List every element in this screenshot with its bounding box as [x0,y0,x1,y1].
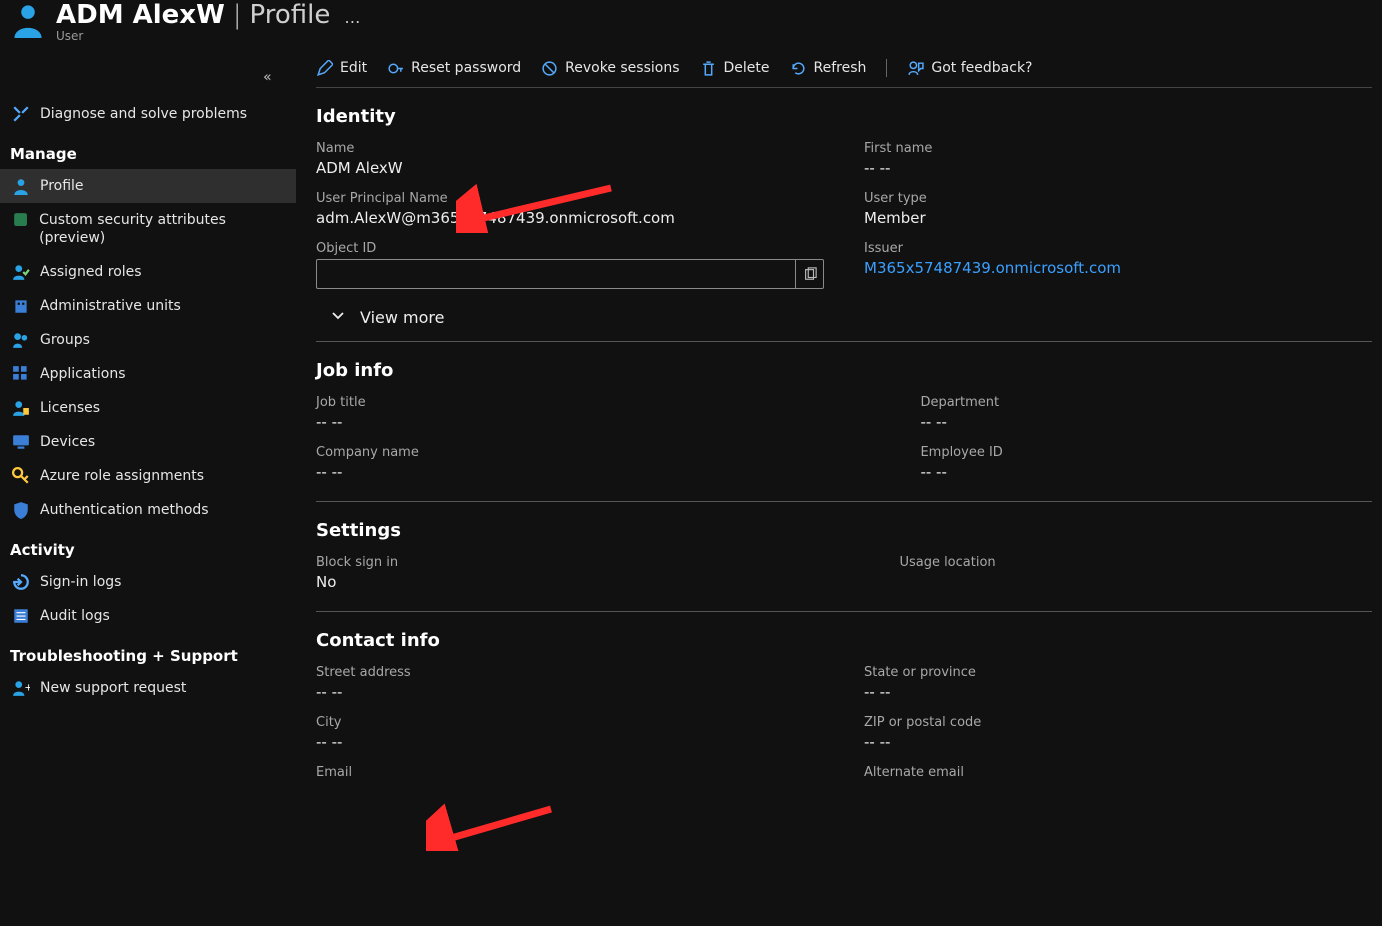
view-more-label: View more [360,308,445,327]
tool-label: Revoke sessions [565,60,679,76]
sidebar-item-auth-methods[interactable]: Authentication methods [0,493,296,527]
svg-text:+: + [24,683,30,694]
delete-button[interactable]: Delete [700,60,770,77]
field-alt-email: Alternate email [864,765,1372,783]
tool-label: Reset password [411,60,521,76]
security-attr-icon [12,211,29,229]
sidebar-item-label: Administrative units [40,298,181,314]
field-user-type: User type Member [864,191,1372,227]
page-title-user: ADM AlexW [56,0,225,30]
tool-label: Edit [340,60,367,76]
field-name: Name ADM AlexW [316,141,824,177]
resource-type-label: User [56,29,368,43]
sidebar-item-admin-units[interactable]: Administrative units [0,289,296,323]
sidebar-section-troubleshooting: Troubleshooting + Support [0,633,296,671]
annotation-arrow-2 [426,801,556,851]
people-icon [12,331,30,349]
section-contact: Contact info [316,630,1372,651]
sidebar-item-signin-logs[interactable]: Sign-in logs [0,565,296,599]
field-zip: ZIP or postal code-- -- [864,715,1372,751]
license-icon [12,399,30,417]
person-check-icon [12,263,30,281]
monitor-icon [12,433,30,451]
sidebar-section-activity: Activity [0,527,296,565]
field-email: Email [316,765,824,783]
field-block-signin: Block sign inNo [316,555,859,591]
sidebar-item-label: Devices [40,434,95,450]
toolbar-separator [886,59,887,77]
title-separator: | [233,0,242,30]
sidebar: » Diagnose and solve problems Manage Pro… [0,53,296,823]
support-icon: + [12,679,30,697]
object-id-input[interactable] [317,260,795,288]
sidebar-item-new-support[interactable]: + New support request [0,671,296,705]
sidebar-item-custom-security[interactable]: Custom security attributes (preview) [0,203,296,255]
sidebar-item-role-assignments[interactable]: Azure role assignments [0,459,296,493]
sidebar-item-label: Profile [40,178,84,194]
reset-password-button[interactable]: Reset password [387,60,521,77]
field-first-name: First name -- -- [864,141,1372,177]
signin-icon [12,573,30,591]
sidebar-item-profile[interactable]: Profile [0,169,296,203]
list-icon [12,607,30,625]
shield-icon [12,501,30,519]
sidebar-item-devices[interactable]: Devices [0,425,296,459]
sidebar-item-diagnose[interactable]: Diagnose and solve problems [0,97,296,131]
sidebar-item-applications[interactable]: Applications [0,357,296,391]
key-icon [12,467,30,485]
field-street: Street address-- -- [316,665,824,701]
field-issuer: Issuer M365x57487439.onmicrosoft.com [864,241,1372,289]
field-city: City-- -- [316,715,824,751]
sidebar-item-label: Azure role assignments [40,468,204,484]
edit-button[interactable]: Edit [316,60,367,77]
field-upn: User Principal Name adm.AlexW@m365x57487… [316,191,824,227]
field-object-id: Object ID [316,241,824,289]
field-state: State or province-- -- [864,665,1372,701]
field-employee-id: Employee ID-- -- [920,445,1372,481]
wrench-icon [12,105,30,123]
field-job-title: Job title-- -- [316,395,880,431]
sidebar-item-label: Authentication methods [40,502,209,518]
sidebar-section-manage: Manage [0,131,296,169]
field-usage-location: Usage location [899,555,1372,591]
sidebar-item-label: Sign-in logs [40,574,121,590]
sidebar-item-label: Applications [40,366,126,382]
user-avatar [10,2,46,38]
sidebar-item-audit-logs[interactable]: Audit logs [0,599,296,633]
view-more-toggle[interactable]: View more [316,297,1372,342]
revoke-sessions-button[interactable]: Revoke sessions [541,60,679,77]
tool-label: Refresh [814,60,867,76]
sidebar-item-assigned-roles[interactable]: Assigned roles [0,255,296,289]
copy-object-id-button[interactable] [795,260,823,288]
sidebar-item-label: Audit logs [40,608,110,624]
sidebar-item-label: Licenses [40,400,100,416]
building-icon [12,297,30,315]
sidebar-item-groups[interactable]: Groups [0,323,296,357]
field-company: Company name-- -- [316,445,880,481]
section-identity: Identity [316,106,1372,127]
collapse-sidebar-button[interactable]: » [259,65,276,89]
sidebar-item-label: Diagnose and solve problems [40,106,247,122]
more-actions-button[interactable]: … [338,4,368,31]
sidebar-item-label: Custom security attributes (preview) [39,211,284,247]
sidebar-item-label: Assigned roles [40,264,142,280]
field-department: Department-- -- [920,395,1372,431]
sidebar-item-licenses[interactable]: Licenses [0,391,296,425]
feedback-button[interactable]: Got feedback? [907,60,1032,77]
section-settings: Settings [316,520,1372,541]
issuer-link[interactable]: M365x57487439.onmicrosoft.com [864,259,1372,277]
tool-label: Got feedback? [931,60,1032,76]
chevron-down-icon [330,307,346,327]
grid-icon [12,365,30,383]
person-icon [12,177,30,195]
tool-label: Delete [724,60,770,76]
sidebar-item-label: New support request [40,680,186,696]
page-title-page: Profile [250,0,331,30]
sidebar-item-label: Groups [40,332,90,348]
section-job-info: Job info [316,360,1372,381]
refresh-button[interactable]: Refresh [790,60,867,77]
